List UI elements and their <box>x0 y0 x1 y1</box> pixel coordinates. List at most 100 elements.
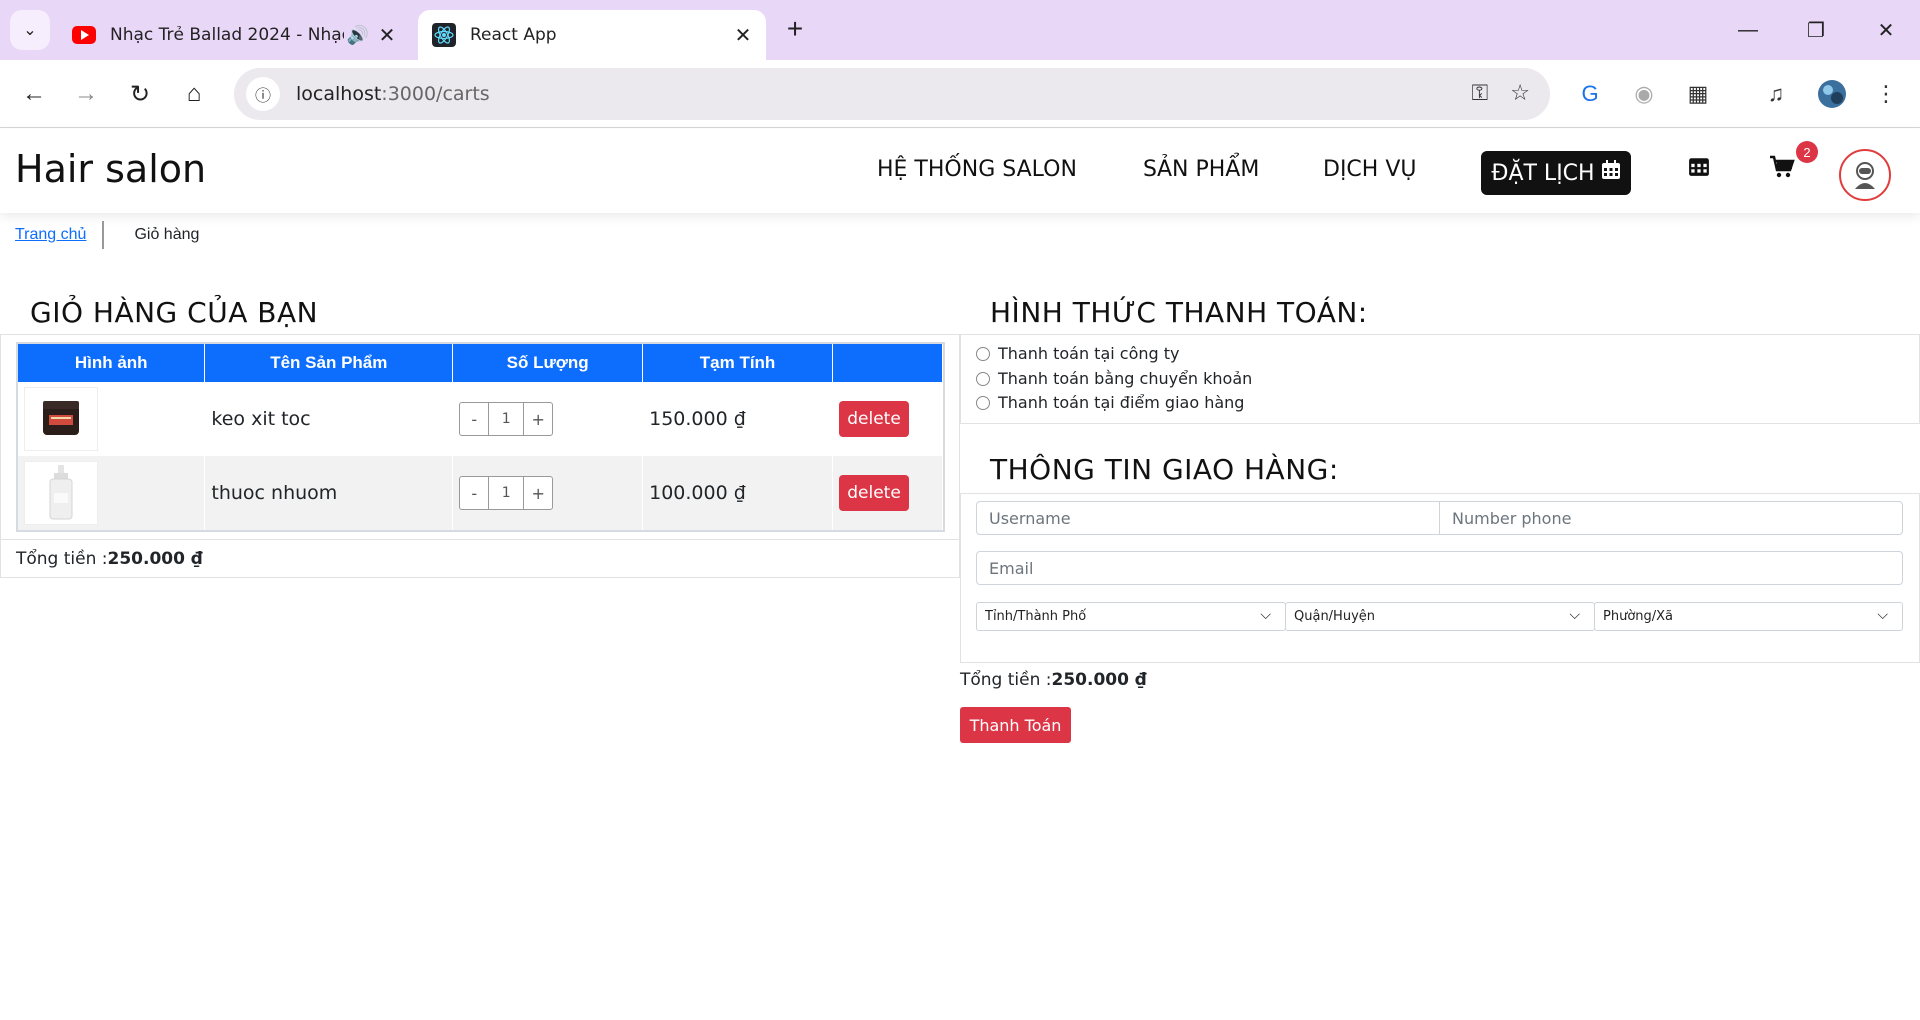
address-bar[interactable]: ⓘ localhost:3000/carts ⚿ ☆ <box>234 68 1550 120</box>
page: Hair salon HỆ THỐNG SALON SẢN PHẨM DỊCH … <box>0 129 1920 1020</box>
shipping-info-title: THÔNG TIN GIAO HÀNG: <box>990 453 1339 486</box>
close-icon[interactable]: ✕ <box>372 23 402 47</box>
username-input[interactable]: Username <box>976 501 1440 535</box>
province-value: Tỉnh/Thành Phố <box>985 609 1087 624</box>
close-icon[interactable]: ✕ <box>728 23 758 47</box>
payment-option-company[interactable]: Thanh toán tại công ty <box>976 344 1180 363</box>
product-image <box>24 387 98 451</box>
decrease-qty-button[interactable]: - <box>459 402 490 436</box>
action-cell: delete <box>832 456 943 530</box>
react-icon <box>432 23 456 47</box>
radio-button[interactable] <box>976 395 990 410</box>
decrease-qty-button[interactable]: - <box>459 476 490 510</box>
breadcrumb-current: Giỏ hàng <box>134 226 200 243</box>
back-icon[interactable]: ← <box>14 74 54 114</box>
increase-qty-button[interactable]: + <box>523 476 554 510</box>
subtotal: 150.000 ₫ <box>642 382 833 456</box>
quantity-stepper: - 1 + <box>459 476 642 510</box>
cart-icon[interactable] <box>1769 155 1795 186</box>
col-header-actions <box>832 344 943 382</box>
user-avatar[interactable] <box>1839 149 1891 201</box>
media-control-icon[interactable]: ♫ <box>1756 74 1796 114</box>
tab-youtube[interactable]: Nhạc Trẻ Ballad 2024 - Nhạc 🔊 ✕ <box>60 10 410 60</box>
tab-title: React App <box>470 25 557 45</box>
browser-tab-bar: ⌄ Nhạc Trẻ Ballad 2024 - Nhạc 🔊 ✕ React … <box>0 0 1920 60</box>
youtube-icon <box>72 23 96 47</box>
col-header-name: Tên Sản Phẩm <box>204 344 454 382</box>
district-value: Quận/Huyện <box>1294 609 1376 624</box>
table-row: keo xit toc - 1 + 150.000 ₫ delete <box>18 382 943 456</box>
minimize-icon[interactable]: — <box>1728 12 1768 48</box>
qty-cell: - 1 + <box>452 456 644 530</box>
col-header-subtotal: Tạm Tính <box>642 344 833 382</box>
nav-he-thong-salon[interactable]: HỆ THỐNG SALON <box>877 157 1077 182</box>
cart-total-label: Tổng tiền : <box>16 549 108 569</box>
chevron-down-icon: ⌵ <box>1260 607 1271 623</box>
breadcrumb-divider <box>102 221 105 249</box>
tab-search-button[interactable]: ⌄ <box>10 10 50 50</box>
calendar-icon <box>1601 160 1621 186</box>
breadcrumb-home-link[interactable]: Trang chủ <box>15 226 86 244</box>
radio-button[interactable] <box>976 346 990 361</box>
url-text: localhost:3000/carts <box>296 83 490 105</box>
cart-count-badge: 2 <box>1796 141 1818 163</box>
reload-icon[interactable]: ↻ <box>120 74 160 114</box>
delete-button[interactable]: delete <box>839 401 909 437</box>
site-logo[interactable]: Hair salon <box>15 147 206 191</box>
book-label: ĐẶT LỊCH <box>1491 160 1595 186</box>
payment-option-transfer[interactable]: Thanh toán bằng chuyển khoản <box>976 369 1252 388</box>
home-icon[interactable]: ⌂ <box>174 74 214 114</box>
email-input[interactable]: Email <box>976 551 1903 585</box>
province-select[interactable]: Tỉnh/Thành Phố ⌵ <box>976 602 1286 631</box>
cart-total-value: 250.000 ₫ <box>107 549 203 569</box>
translate-icon[interactable]: G <box>1570 74 1610 114</box>
qty-value[interactable]: 1 <box>489 402 524 436</box>
product-image-cell <box>18 456 206 530</box>
ward-select[interactable]: Phường/Xã ⌵ <box>1594 602 1903 631</box>
increase-qty-button[interactable]: + <box>523 402 554 436</box>
cart-title: GIỎ HÀNG CỦA BẠN <box>30 296 319 329</box>
payment-method-title: HÌNH THỨC THANH TOÁN: <box>990 296 1368 329</box>
order-total: Tổng tiền :250.000 ₫ <box>960 670 1147 690</box>
chevron-down-icon: ⌄ <box>23 22 37 39</box>
phone-input[interactable]: Number phone <box>1439 501 1903 535</box>
tab-title: Nhạc Trẻ Ballad 2024 - Nhạc <box>110 25 344 45</box>
speaker-icon[interactable]: 🔊 <box>344 25 372 46</box>
product-image-cell <box>18 382 206 456</box>
payment-option-label: Thanh toán bằng chuyển khoản <box>998 369 1253 388</box>
site-info-icon[interactable]: ⓘ <box>246 77 280 111</box>
product-name: keo xit toc <box>204 382 454 456</box>
forward-icon[interactable]: → <box>66 74 106 114</box>
book-appointment-button[interactable]: ĐẶT LỊCH <box>1481 151 1631 195</box>
close-window-icon[interactable]: ✕ <box>1866 12 1906 48</box>
qty-value[interactable]: 1 <box>489 476 524 510</box>
url-host: localhost <box>296 83 382 105</box>
order-total-value: 250.000 ₫ <box>1051 670 1147 690</box>
restore-icon[interactable]: ❐ <box>1796 12 1836 48</box>
profile-avatar-icon[interactable] <box>1812 74 1852 114</box>
breadcrumb: Trang chủ Giỏ hàng <box>15 221 199 249</box>
col-header-image: Hình ảnh <box>18 344 206 382</box>
delete-button[interactable]: delete <box>839 475 909 511</box>
calendar-icon[interactable] <box>1688 155 1710 184</box>
payment-option-delivery[interactable]: Thanh toán tại điểm giao hàng <box>976 393 1244 412</box>
extensions-puzzle-icon[interactable]: ▦ <box>1678 74 1718 114</box>
key-icon[interactable]: ⚿ <box>1472 80 1489 106</box>
cart-table: Hình ảnh Tên Sản Phẩm Số Lượng Tạm Tính … <box>18 344 943 530</box>
more-menu-icon[interactable]: ⋮ <box>1866 74 1906 114</box>
checkout-button[interactable]: Thanh Toán <box>960 707 1071 743</box>
divider <box>0 539 960 540</box>
radio-button[interactable] <box>976 371 990 386</box>
extension-circle-icon[interactable]: ◉ <box>1624 74 1664 114</box>
chevron-down-icon: ⌵ <box>1569 607 1580 623</box>
product-name: thuoc nhuom <box>204 456 454 530</box>
new-tab-button[interactable]: + <box>778 14 812 48</box>
chevron-down-icon: ⌵ <box>1877 607 1888 623</box>
qty-cell: - 1 + <box>452 382 644 456</box>
browser-toolbar: ← → ↻ ⌂ ⓘ localhost:3000/carts ⚿ ☆ G ◉ ▦… <box>0 60 1920 128</box>
nav-san-pham[interactable]: SẢN PHẨM <box>1143 157 1259 182</box>
tab-react-app[interactable]: React App ✕ <box>418 10 766 60</box>
district-select[interactable]: Quận/Huyện ⌵ <box>1285 602 1595 631</box>
star-icon[interactable]: ☆ <box>1510 80 1530 106</box>
nav-dich-vu[interactable]: DỊCH VỤ <box>1323 157 1416 182</box>
